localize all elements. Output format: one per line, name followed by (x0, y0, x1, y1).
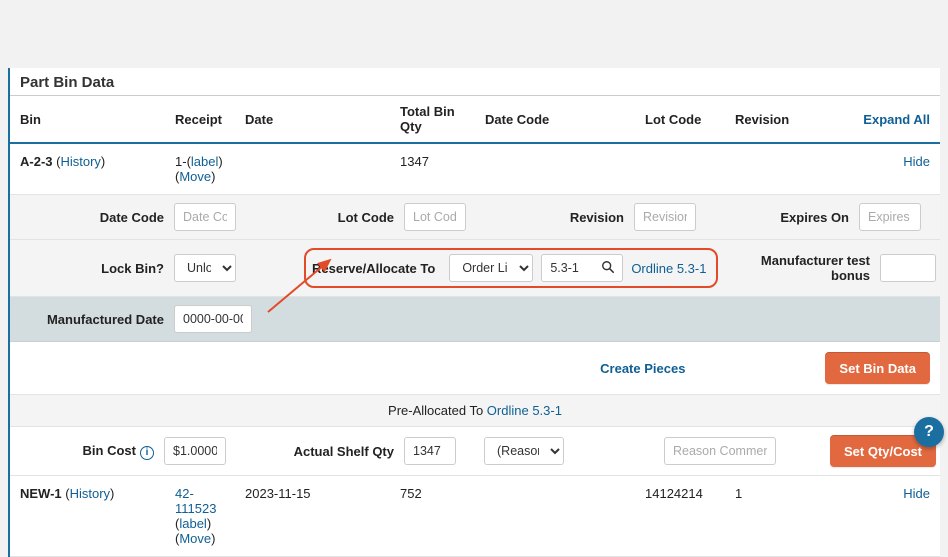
prealloc-ordline-link[interactable]: Ordline 5.3-1 (487, 403, 562, 418)
create-pieces-link[interactable]: Create Pieces (600, 361, 685, 376)
qty-cell: 1347 (390, 143, 475, 195)
prealloc-text: Pre-Allocated To (388, 403, 487, 418)
revision-input[interactable] (634, 203, 696, 231)
move-link[interactable]: Move (179, 531, 211, 546)
bin-cost-input[interactable] (164, 437, 226, 465)
reason-code-select[interactable]: (Reason Code) (484, 437, 564, 465)
reserve-type-select[interactable]: Order Line (449, 254, 533, 282)
col-date-code: Date Code (475, 96, 635, 144)
date-code-input[interactable] (174, 203, 236, 231)
col-revision: Revision (725, 96, 845, 144)
revision-cell: 1 (725, 476, 845, 557)
expires-input[interactable] (859, 203, 921, 231)
datecode-cell (475, 143, 635, 195)
reserve-allocate-highlight: Reserve/Allocate To Order Line (304, 248, 718, 288)
date-cell (235, 143, 390, 195)
col-bin: Bin (10, 96, 165, 144)
detail-lock-row: Lock Bin? Unlocked Reserve/Allocate To (10, 240, 940, 297)
help-button[interactable]: ? (914, 417, 944, 447)
mfg-date-input[interactable] (174, 305, 252, 333)
mfg-test-bonus-input[interactable] (880, 254, 936, 282)
lotcode-cell (635, 143, 725, 195)
ordline-link[interactable]: Ordline 5.3-1 (631, 261, 706, 276)
receipt-num-link[interactable]: 42-111523 (175, 486, 216, 516)
history-link[interactable]: History (60, 154, 100, 169)
bin-cost-label: Bin Costi (14, 443, 164, 460)
lotcode-cell: 14124214 (635, 476, 725, 557)
detail-cost-row: Bin Costi Actual Shelf Qty (Reason Code) (10, 427, 940, 476)
reserve-allocate-label: Reserve/Allocate To (312, 261, 441, 276)
mfg-test-bonus-label: Manufacturer test bonus (718, 253, 880, 283)
table-row: A-2-3 (History) 1-(label) (Move) 1347 Hi… (10, 143, 940, 195)
qty-cell: 752 (390, 476, 475, 557)
expand-all-link[interactable]: Expand All (863, 112, 930, 127)
preallocated-row: Pre-Allocated To Ordline 5.3-1 (10, 395, 940, 427)
expires-label: Expires On (714, 210, 859, 225)
mfg-date-label: Manufactured Date (14, 312, 174, 327)
lot-code-input[interactable] (404, 203, 466, 231)
set-bin-data-button[interactable]: Set Bin Data (825, 352, 930, 384)
move-link[interactable]: Move (179, 169, 211, 184)
info-icon[interactable]: i (140, 446, 154, 460)
lot-code-label: Lot Code (254, 210, 404, 225)
bin-name: A-2-3 (20, 154, 53, 169)
datecode-cell (475, 476, 635, 557)
col-date: Date (235, 96, 390, 144)
date-code-label: Date Code (14, 210, 174, 225)
detail-mfg-row: Manufactured Date (10, 297, 940, 342)
revision-label: Revision (484, 210, 634, 225)
col-expand: Expand All (845, 96, 940, 144)
col-receipt: Receipt (165, 96, 235, 144)
panel-title: Part Bin Data (10, 68, 940, 95)
receipt-label-link[interactable]: label (191, 154, 218, 169)
detail-action-row: Create Pieces Set Bin Data (10, 342, 940, 395)
actual-shelf-qty-label: Actual Shelf Qty (254, 444, 404, 459)
table-header-row: Bin Receipt Date Total Bin Qty Date Code… (10, 96, 940, 144)
history-link[interactable]: History (70, 486, 110, 501)
lock-bin-label: Lock Bin? (14, 261, 174, 276)
hide-link[interactable]: Hide (903, 486, 930, 501)
hide-link[interactable]: Hide (903, 154, 930, 169)
receipt-prefix: 1- (175, 154, 187, 169)
detail-codes-row: Date Code Lot Code Revision Expires On (10, 195, 940, 240)
revision-cell (725, 143, 845, 195)
receipt-label-link[interactable]: label (179, 516, 206, 531)
col-lot-code: Lot Code (635, 96, 725, 144)
lock-bin-select[interactable]: Unlocked (174, 254, 236, 282)
bin-name: NEW-1 (20, 486, 62, 501)
bin-table: Bin Receipt Date Total Bin Qty Date Code… (10, 95, 940, 557)
col-total-qty: Total Bin Qty (390, 96, 475, 144)
actual-shelf-qty-input[interactable] (404, 437, 456, 465)
date-cell: 2023-11-15 (235, 476, 390, 557)
table-row: NEW-1 (History) 42-111523 (label) (Move)… (10, 476, 940, 557)
search-icon[interactable] (601, 260, 617, 276)
reason-comments-input[interactable] (664, 437, 776, 465)
